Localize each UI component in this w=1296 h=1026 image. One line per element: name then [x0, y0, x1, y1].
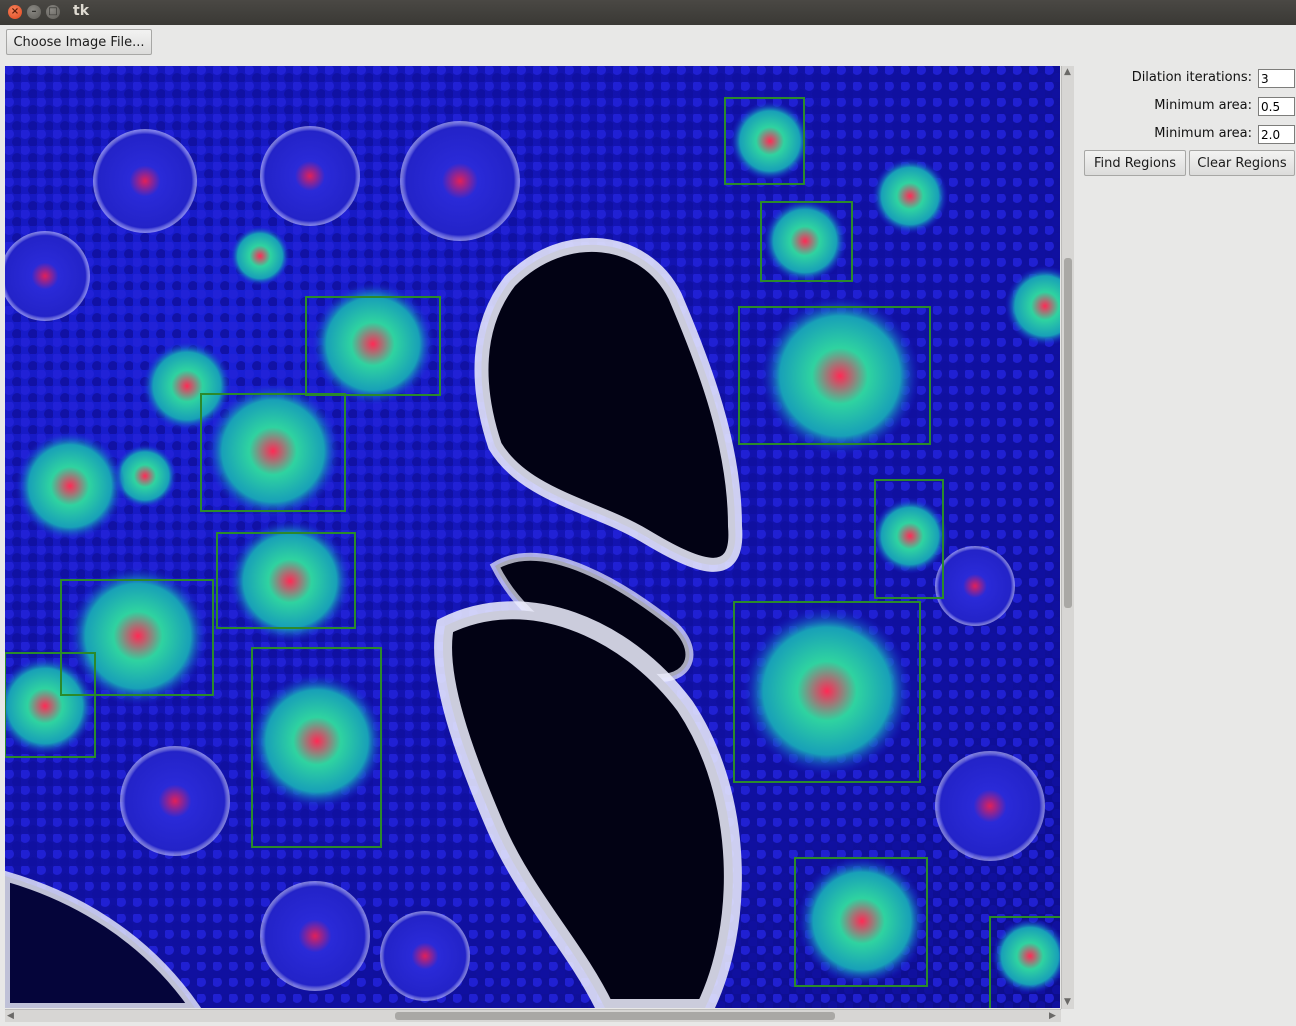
- window-title: tk: [73, 3, 90, 19]
- minimum-area-label: Minimum area:: [1154, 98, 1252, 113]
- find-regions-button[interactable]: Find Regions: [1084, 150, 1186, 176]
- close-window-button[interactable]: ×: [8, 5, 22, 19]
- clear-regions-button[interactable]: Clear Regions: [1189, 150, 1295, 176]
- dilation-iterations-label: Dilation iterations:: [1131, 70, 1252, 85]
- maximum-area-input[interactable]: [1258, 125, 1295, 144]
- image-canvas[interactable]: [5, 66, 1060, 1008]
- scroll-right-icon[interactable]: ▶: [1049, 1011, 1056, 1021]
- scroll-down-icon[interactable]: ▼: [1064, 997, 1071, 1007]
- title-bar: × – □ tk: [0, 0, 1296, 25]
- scroll-left-icon[interactable]: ◀: [7, 1011, 14, 1021]
- maximum-area-label: Minimum area:: [1154, 126, 1252, 141]
- microscopy-image: [5, 66, 1060, 1008]
- minimize-window-button[interactable]: –: [27, 5, 41, 19]
- minimum-area-input[interactable]: [1258, 97, 1295, 116]
- choose-image-file-button[interactable]: Choose Image File...: [6, 29, 152, 55]
- vertical-scrollbar[interactable]: ▲ ▼: [1061, 66, 1074, 1009]
- dilation-iterations-input[interactable]: [1258, 69, 1295, 88]
- maximize-window-button[interactable]: □: [46, 5, 60, 19]
- horizontal-scroll-thumb[interactable]: [395, 1012, 835, 1020]
- vertical-scroll-thumb[interactable]: [1064, 258, 1072, 608]
- horizontal-scrollbar[interactable]: ◀ ▶: [5, 1009, 1061, 1022]
- scroll-up-icon[interactable]: ▲: [1064, 67, 1071, 77]
